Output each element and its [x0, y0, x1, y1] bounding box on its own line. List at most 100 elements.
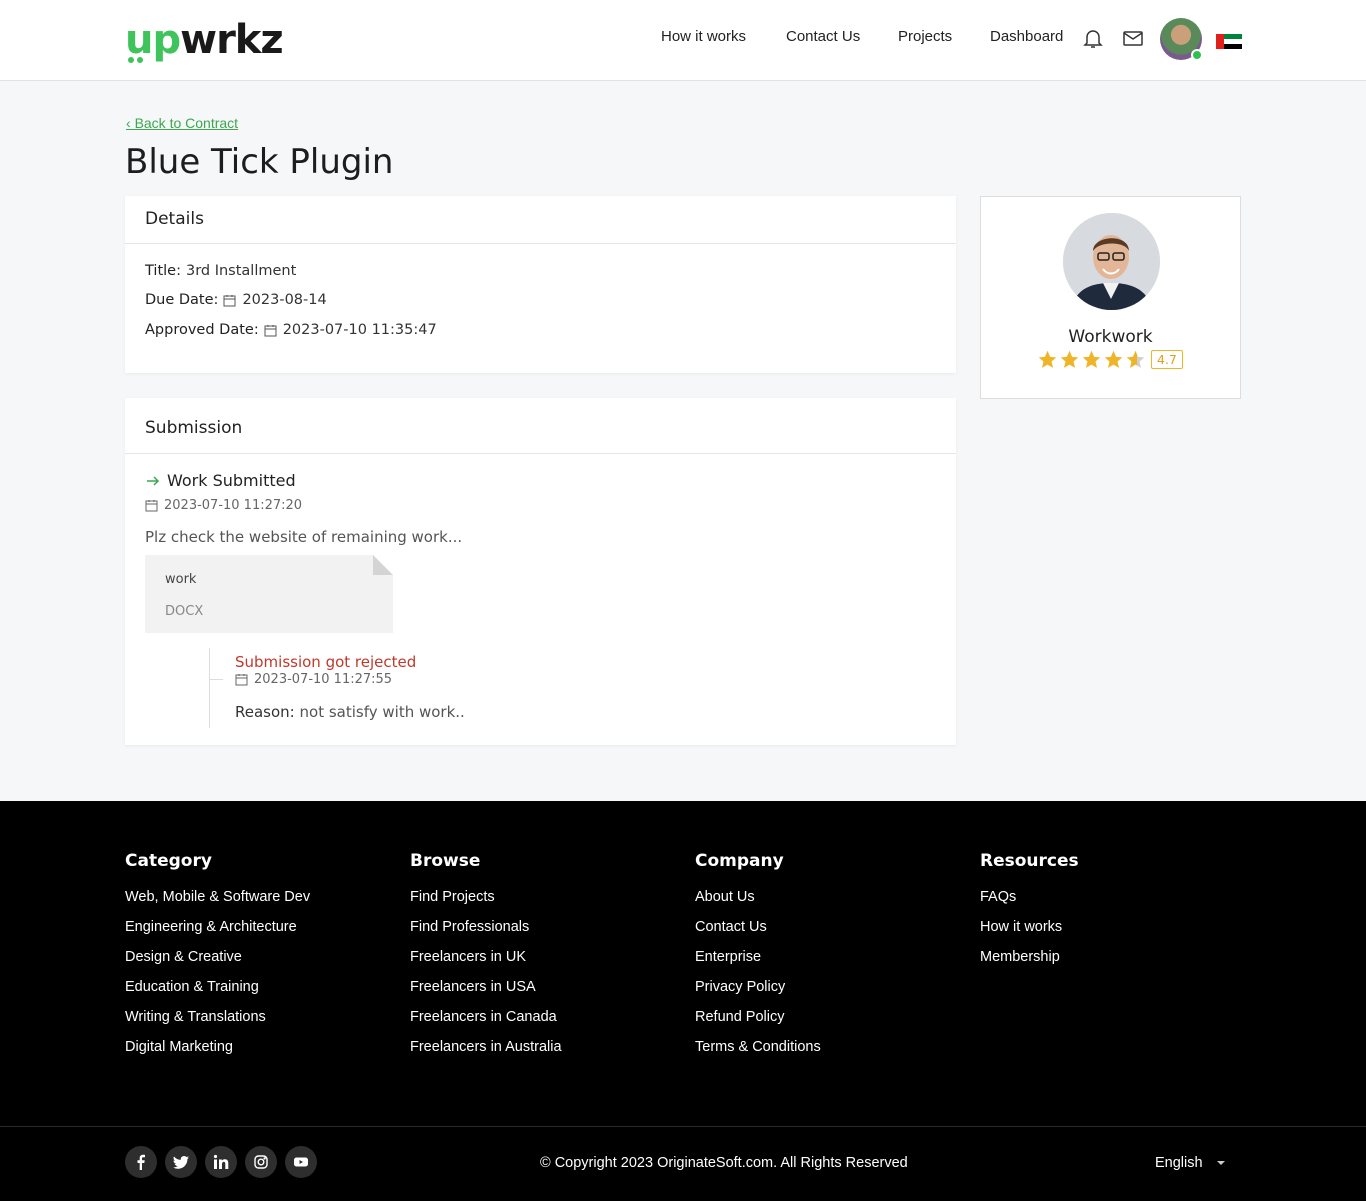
person-photo-icon: [1063, 213, 1160, 310]
star-full-icon: [1104, 350, 1123, 368]
bell-icon[interactable]: [1081, 26, 1105, 50]
upwrkz-logo[interactable]: up wrkz: [125, 16, 284, 64]
submission-heading: Submission: [125, 398, 956, 454]
rejection-reason: Reason: not satisfy with work..: [235, 703, 465, 721]
footer-link[interactable]: Terms & Conditions: [695, 1039, 821, 1069]
footer-resources-column: Resources FAQs How it works Membership: [980, 851, 1079, 979]
calendar-icon: [145, 500, 158, 512]
freelancer-profile-card: Workwork 4.7: [980, 196, 1241, 399]
file-name: work: [165, 572, 197, 587]
footer-link[interactable]: Education & Training: [125, 979, 310, 1009]
footer-link[interactable]: Design & Creative: [125, 949, 310, 979]
top-header: up wrkz How it works Contact Us Projects …: [0, 0, 1366, 81]
mail-icon[interactable]: [1121, 26, 1145, 50]
nav-contact-us[interactable]: Contact Us: [786, 28, 860, 45]
approved-date-value: 2023-07-10 11:35:47: [282, 322, 437, 338]
attachment-file-card[interactable]: work DOCX: [145, 555, 393, 633]
footer-resources-heading: Resources: [980, 851, 1079, 871]
star-full-icon: [1060, 350, 1079, 368]
rejection-title: Submission got rejected: [235, 653, 417, 671]
logo-wrkz-text: wrkz: [180, 17, 284, 63]
footer-link[interactable]: Contact Us: [695, 919, 821, 949]
footer-link[interactable]: Enterprise: [695, 949, 821, 979]
rating-badge: 4.7: [1151, 350, 1183, 369]
footer-link[interactable]: Find Projects: [410, 889, 562, 919]
nav-dashboard[interactable]: Dashboard: [990, 28, 1063, 45]
footer-link[interactable]: Engineering & Architecture: [125, 919, 310, 949]
footer-link[interactable]: FAQs: [980, 889, 1079, 919]
footer-category-heading: Category: [125, 851, 212, 871]
detail-title-row: Title: 3rd Installment: [145, 263, 296, 279]
footer-link[interactable]: Freelancers in USA: [410, 979, 562, 1009]
file-fold-shadow: [373, 555, 393, 575]
nav-projects[interactable]: Projects: [898, 28, 952, 45]
profile-avatar[interactable]: [1063, 213, 1160, 310]
title-label: Title:: [145, 263, 181, 279]
back-link-label: Back to Contract: [134, 115, 239, 131]
nav-how-it-works[interactable]: How it works: [661, 28, 746, 45]
chevron-left-icon: ‹: [126, 115, 135, 131]
uae-flag-icon[interactable]: [1216, 32, 1242, 52]
copyright-text: © Copyright 2023 OriginateSoft.com. All …: [540, 1155, 908, 1171]
file-type: DOCX: [165, 604, 204, 619]
thread-line: [209, 648, 210, 728]
footer-divider: [0, 1126, 1366, 1127]
page-title: Blue Tick Plugin: [125, 142, 394, 182]
calendar-icon: [264, 324, 277, 336]
submission-date: 2023-07-10 11:27:20: [145, 498, 302, 513]
footer-company-column: Company About Us Contact Us Enterprise P…: [695, 851, 821, 1069]
youtube-icon[interactable]: [285, 1146, 317, 1178]
online-status-dot: [1191, 49, 1203, 61]
due-date-value: 2023-08-14: [242, 292, 327, 308]
footer-link[interactable]: Digital Marketing: [125, 1039, 310, 1069]
footer-browse-heading: Browse: [410, 851, 481, 871]
arrow-right-icon: [147, 475, 160, 486]
footer-company-heading: Company: [695, 851, 784, 871]
work-submitted-title: Work Submitted: [145, 471, 296, 490]
logo-dots-icon: [128, 57, 143, 63]
rejection-date-value: 2023-07-10 11:27:55: [254, 672, 393, 687]
freelancer-name: Workwork: [1068, 327, 1153, 347]
footer-link[interactable]: About Us: [695, 889, 821, 919]
instagram-icon[interactable]: [245, 1146, 277, 1178]
title-value: 3rd Installment: [185, 263, 297, 279]
rejection-date: 2023-07-10 11:27:55: [235, 672, 392, 687]
footer-link[interactable]: Refund Policy: [695, 1009, 821, 1039]
star-half-icon: [1126, 350, 1145, 368]
footer-link[interactable]: Find Professionals: [410, 919, 562, 949]
footer-link[interactable]: Freelancers in UK: [410, 949, 562, 979]
submission-card: Submission Work Submitted 2023-07-10 11:…: [125, 398, 956, 745]
footer-link[interactable]: Freelancers in Canada: [410, 1009, 562, 1039]
reason-value: not satisfy with work..: [299, 703, 465, 721]
calendar-icon: [235, 674, 248, 686]
thread-connector: [209, 679, 223, 680]
back-to-contract-link[interactable]: ‹ Back to Contract: [126, 115, 238, 131]
footer-link[interactable]: How it works: [980, 919, 1079, 949]
details-heading: Details: [125, 196, 956, 244]
user-avatar[interactable]: [1160, 18, 1203, 61]
star-full-icon: [1038, 350, 1057, 368]
footer-link[interactable]: Membership: [980, 949, 1079, 979]
submission-date-value: 2023-07-10 11:27:20: [164, 498, 303, 513]
due-date-label: Due Date:: [145, 292, 219, 308]
reason-label: Reason:: [235, 703, 295, 721]
rating-stars: 4.7: [1037, 349, 1183, 370]
social-links: [125, 1146, 325, 1178]
facebook-icon[interactable]: [125, 1146, 157, 1178]
linkedin-icon[interactable]: [205, 1146, 237, 1178]
language-label: English: [1155, 1155, 1203, 1171]
details-card: Details Title: 3rd Installment Due Date:…: [125, 196, 956, 373]
calendar-icon: [223, 294, 236, 306]
detail-due-row: Due Date: 2023-08-14: [145, 292, 327, 308]
footer-browse-column: Browse Find Projects Find Professionals …: [410, 851, 562, 1069]
submission-message: Plz check the website of remaining work.…: [145, 528, 463, 546]
footer-link[interactable]: Writing & Translations: [125, 1009, 310, 1039]
language-selector[interactable]: English: [1155, 1155, 1225, 1171]
work-submitted-label: Work Submitted: [167, 471, 296, 490]
footer-link[interactable]: Privacy Policy: [695, 979, 821, 1009]
site-footer: Category Web, Mobile & Software Dev Engi…: [0, 801, 1366, 1201]
twitter-icon[interactable]: [165, 1146, 197, 1178]
footer-link[interactable]: Web, Mobile & Software Dev: [125, 889, 310, 919]
star-full-icon: [1082, 350, 1101, 368]
footer-link[interactable]: Freelancers in Australia: [410, 1039, 562, 1069]
